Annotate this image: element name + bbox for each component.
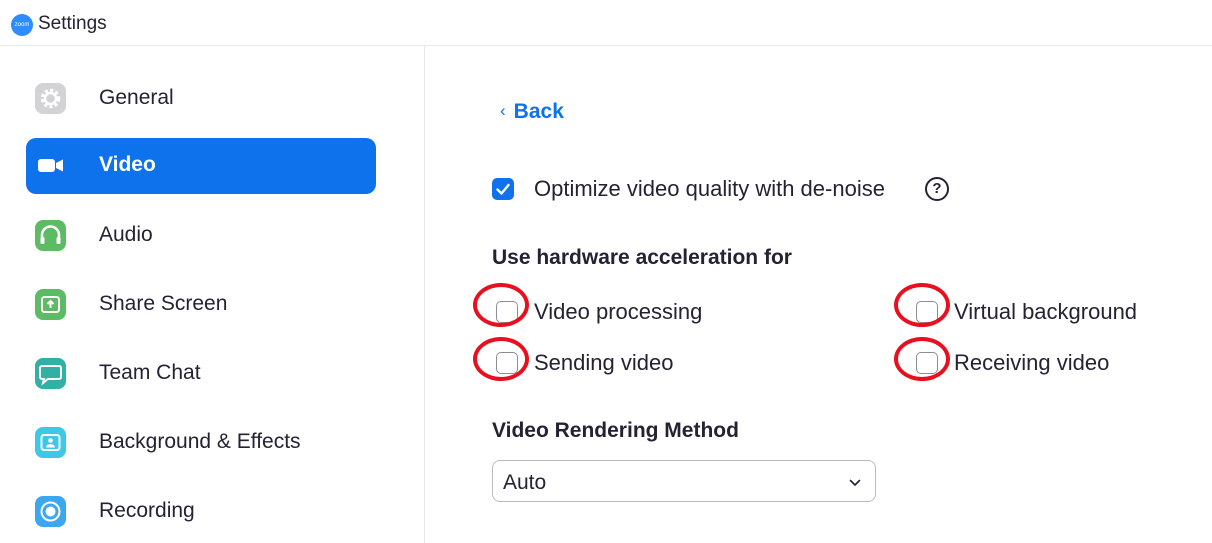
sidebar-item-label: Video [99,153,156,176]
receiving-video-label: Receiving video [954,350,1110,375]
rendering-method-heading: Video Rendering Method [492,419,739,442]
zoom-logo: zoom [11,14,33,36]
rendering-method-value: Auto [503,471,547,494]
virtual-background-checkbox[interactable] [916,301,938,323]
help-icon[interactable]: ? [925,177,949,201]
denoise-label: Optimize video quality with de-noise [534,176,885,201]
denoise-option: Optimize video quality with de-noise ? [492,176,962,204]
sidebar-item-video[interactable]: Video [26,138,376,194]
hardware-acceleration-heading: Use hardware acceleration for [492,246,792,269]
sidebar-item-label: Team Chat [99,361,201,384]
rendering-method-select[interactable]: Auto [492,460,876,502]
sidebar-item-label: Audio [99,223,153,246]
chevron-left-icon: ‹ [500,101,506,120]
sending-video-option: Sending video [496,350,756,378]
virtual-background-option: Virtual background [916,299,1206,327]
background-person-icon [35,427,66,458]
settings-window: zoom Settings General Video Audio Share … [0,0,1212,543]
share-screen-icon [35,289,66,320]
video-processing-label: Video processing [534,299,703,324]
sidebar-item-label: Share Screen [99,292,228,315]
back-button[interactable]: ‹ Back [500,100,564,124]
sending-video-checkbox[interactable] [496,352,518,374]
sidebar-item-share-screen[interactable]: Share Screen [26,277,376,333]
video-processing-option: Video processing [496,299,756,327]
sidebar-item-label: Recording [99,499,195,522]
sidebar-item-background-effects[interactable]: Background & Effects [26,415,376,471]
denoise-checkbox[interactable] [492,178,514,200]
window-title: Settings [38,13,107,34]
virtual-background-label: Virtual background [954,299,1138,324]
chevron-down-icon [849,475,861,493]
back-label: Back [513,100,564,123]
sidebar-item-label: Background & Effects [99,430,301,453]
sidebar-item-audio[interactable]: Audio [26,208,376,264]
headphones-icon [35,220,66,251]
sidebar-item-general[interactable]: General [26,71,376,127]
receiving-video-checkbox[interactable] [916,352,938,374]
record-icon [35,496,66,527]
sidebar-item-recording[interactable]: Recording [26,484,376,540]
receiving-video-option: Receiving video [916,350,1176,378]
chat-bubble-icon [35,358,66,389]
title-bar: zoom Settings [0,0,1212,46]
settings-sidebar: General Video Audio Share Screen Team Ch… [0,46,425,543]
video-camera-icon [35,150,66,181]
sidebar-item-team-chat[interactable]: Team Chat [26,346,376,402]
video-settings-panel: ‹ Back Optimize video quality with de-noi… [426,46,1212,543]
video-processing-checkbox[interactable] [496,301,518,323]
gear-icon [35,83,66,114]
sidebar-item-label: General [99,86,174,109]
sending-video-label: Sending video [534,350,674,375]
